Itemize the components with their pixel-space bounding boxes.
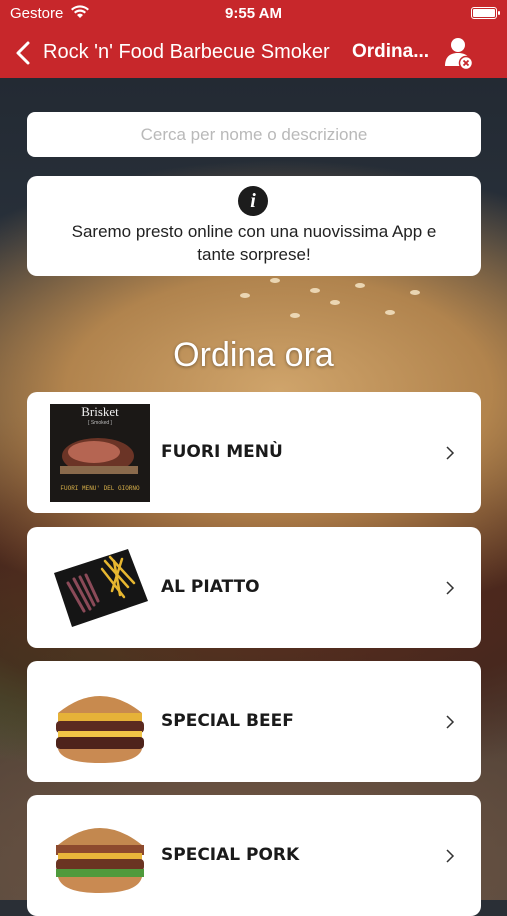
notice-message: Saremo presto online con una nuovissima … bbox=[71, 222, 437, 264]
chevron-right-icon bbox=[446, 446, 455, 460]
category-label: FUORI MENÙ bbox=[161, 442, 283, 462]
category-card-al-piatto[interactable]: AL PIATTO bbox=[27, 527, 481, 648]
thumb-footer: FUORI MENU' DEL GIORNO bbox=[60, 485, 140, 492]
thumb-subtitle: [ Smoked ] bbox=[88, 420, 113, 426]
category-label: SPECIAL BEEF bbox=[161, 711, 294, 731]
brisket-thumbnail: Brisket [ Smoked ] FUORI MENU' DEL GIORN… bbox=[50, 404, 150, 502]
notice-card: i Saremo presto online con una nuovissim… bbox=[27, 176, 481, 276]
back-chevron-icon[interactable] bbox=[12, 40, 36, 66]
order-button[interactable]: Ordina... bbox=[352, 41, 429, 63]
battery-icon bbox=[471, 7, 500, 19]
navigation-bar: Rock 'n' Food Barbecue Smoker Ordina... bbox=[0, 28, 507, 78]
page-heading: Ordina ora bbox=[173, 336, 334, 374]
plate-thumbnail bbox=[54, 549, 148, 627]
chevron-right-icon bbox=[446, 849, 455, 863]
category-card-fuori-menu[interactable]: Brisket [ Smoked ] FUORI MENU' DEL GIORN… bbox=[27, 392, 481, 513]
nav-title: Rock 'n' Food Barbecue Smoker bbox=[43, 41, 330, 63]
clock: 9:55 AM bbox=[225, 5, 282, 22]
thumb-title: Brisket bbox=[81, 404, 119, 419]
category-card-special-beef[interactable]: SPECIAL BEEF bbox=[27, 661, 481, 782]
chevron-right-icon bbox=[446, 581, 455, 595]
status-bar: Gestore 9:55 AM bbox=[0, 0, 507, 28]
search-input[interactable]: Cerca per nome o descrizione bbox=[27, 112, 481, 157]
chevron-right-icon bbox=[446, 715, 455, 729]
pork-burger-thumbnail bbox=[56, 828, 144, 893]
category-label: AL PIATTO bbox=[161, 577, 260, 597]
info-icon: i bbox=[238, 186, 268, 216]
user-logout-icon[interactable] bbox=[444, 36, 474, 72]
category-card-special-pork[interactable]: SPECIAL PORK bbox=[27, 795, 481, 916]
category-label: SPECIAL PORK bbox=[161, 845, 300, 865]
beef-burger-thumbnail bbox=[56, 696, 144, 763]
